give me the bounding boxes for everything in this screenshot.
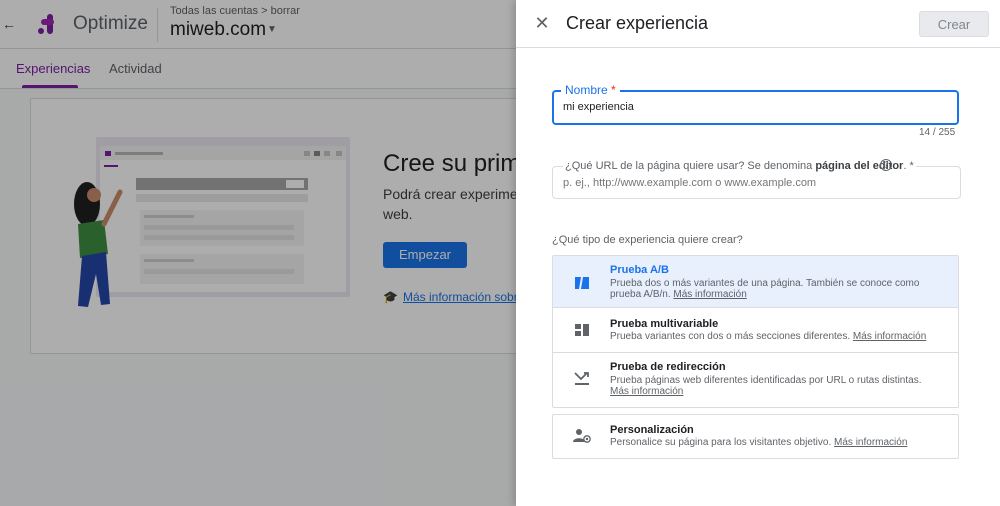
- option-multivariate-description: Prueba variantes con dos o más secciones…: [610, 331, 940, 342]
- name-input-value[interactable]: mi experiencia: [563, 101, 634, 113]
- name-label-text: Nombre: [565, 83, 608, 97]
- option-multivariate-desc-text: Prueba variantes con dos o más secciones…: [610, 331, 851, 342]
- panel-title: Crear experiencia: [566, 13, 709, 33]
- option-redirect-title: Prueba de redirección: [610, 361, 726, 373]
- option-ab-desc-text: Prueba dos o más variantes de una página…: [610, 278, 920, 300]
- required-mark: *: [611, 83, 616, 97]
- create-button[interactable]: Crear: [919, 11, 989, 37]
- url-label-suffix: . *: [903, 160, 914, 172]
- option-personalization-desc-text: Personalice su página para los visitante…: [610, 437, 832, 448]
- redirect-icon: [574, 372, 589, 385]
- option-personalization-description: Personalice su página para los visitante…: [610, 437, 940, 448]
- option-ab-description: Prueba dos o más variantes de una página…: [610, 278, 940, 300]
- name-char-counter: 14 / 255: [919, 127, 956, 138]
- url-field-label: ¿Qué URL de la página quiere usar? Se de…: [563, 160, 916, 172]
- option-ab-learn-link[interactable]: Más información: [673, 289, 746, 300]
- multivariate-icon: [575, 324, 589, 336]
- url-input[interactable]: [563, 177, 943, 189]
- option-redirect-learn-link[interactable]: Más información: [610, 386, 683, 397]
- option-personalization-learn-link[interactable]: Más información: [834, 437, 907, 448]
- ab-test-icon: [575, 277, 589, 289]
- experience-type-question: ¿Qué tipo de experiencia quiere crear?: [552, 234, 743, 246]
- url-label-prefix: ¿Qué URL de la página quiere usar? Se de…: [565, 160, 816, 172]
- option-redirect-desc-text: Prueba páginas web diferentes identifica…: [610, 375, 922, 386]
- personalization-icon: [573, 429, 591, 443]
- option-personalization-title: Personalización: [610, 424, 694, 436]
- option-redirect-description: Prueba páginas web diferentes identifica…: [610, 375, 940, 397]
- name-field-label: Nombre *: [561, 83, 620, 97]
- close-icon[interactable]: ✕: [532, 13, 552, 33]
- panel-header: ✕ Crear experiencia Crear: [516, 0, 1000, 48]
- help-icon[interactable]: ?: [880, 159, 892, 171]
- option-multivariate-title: Prueba multivariable: [610, 318, 719, 330]
- option-ab-title: Prueba A/B: [610, 264, 669, 276]
- option-multivariate-learn-link[interactable]: Más información: [853, 331, 926, 342]
- option-multivariate[interactable]: [553, 308, 958, 352]
